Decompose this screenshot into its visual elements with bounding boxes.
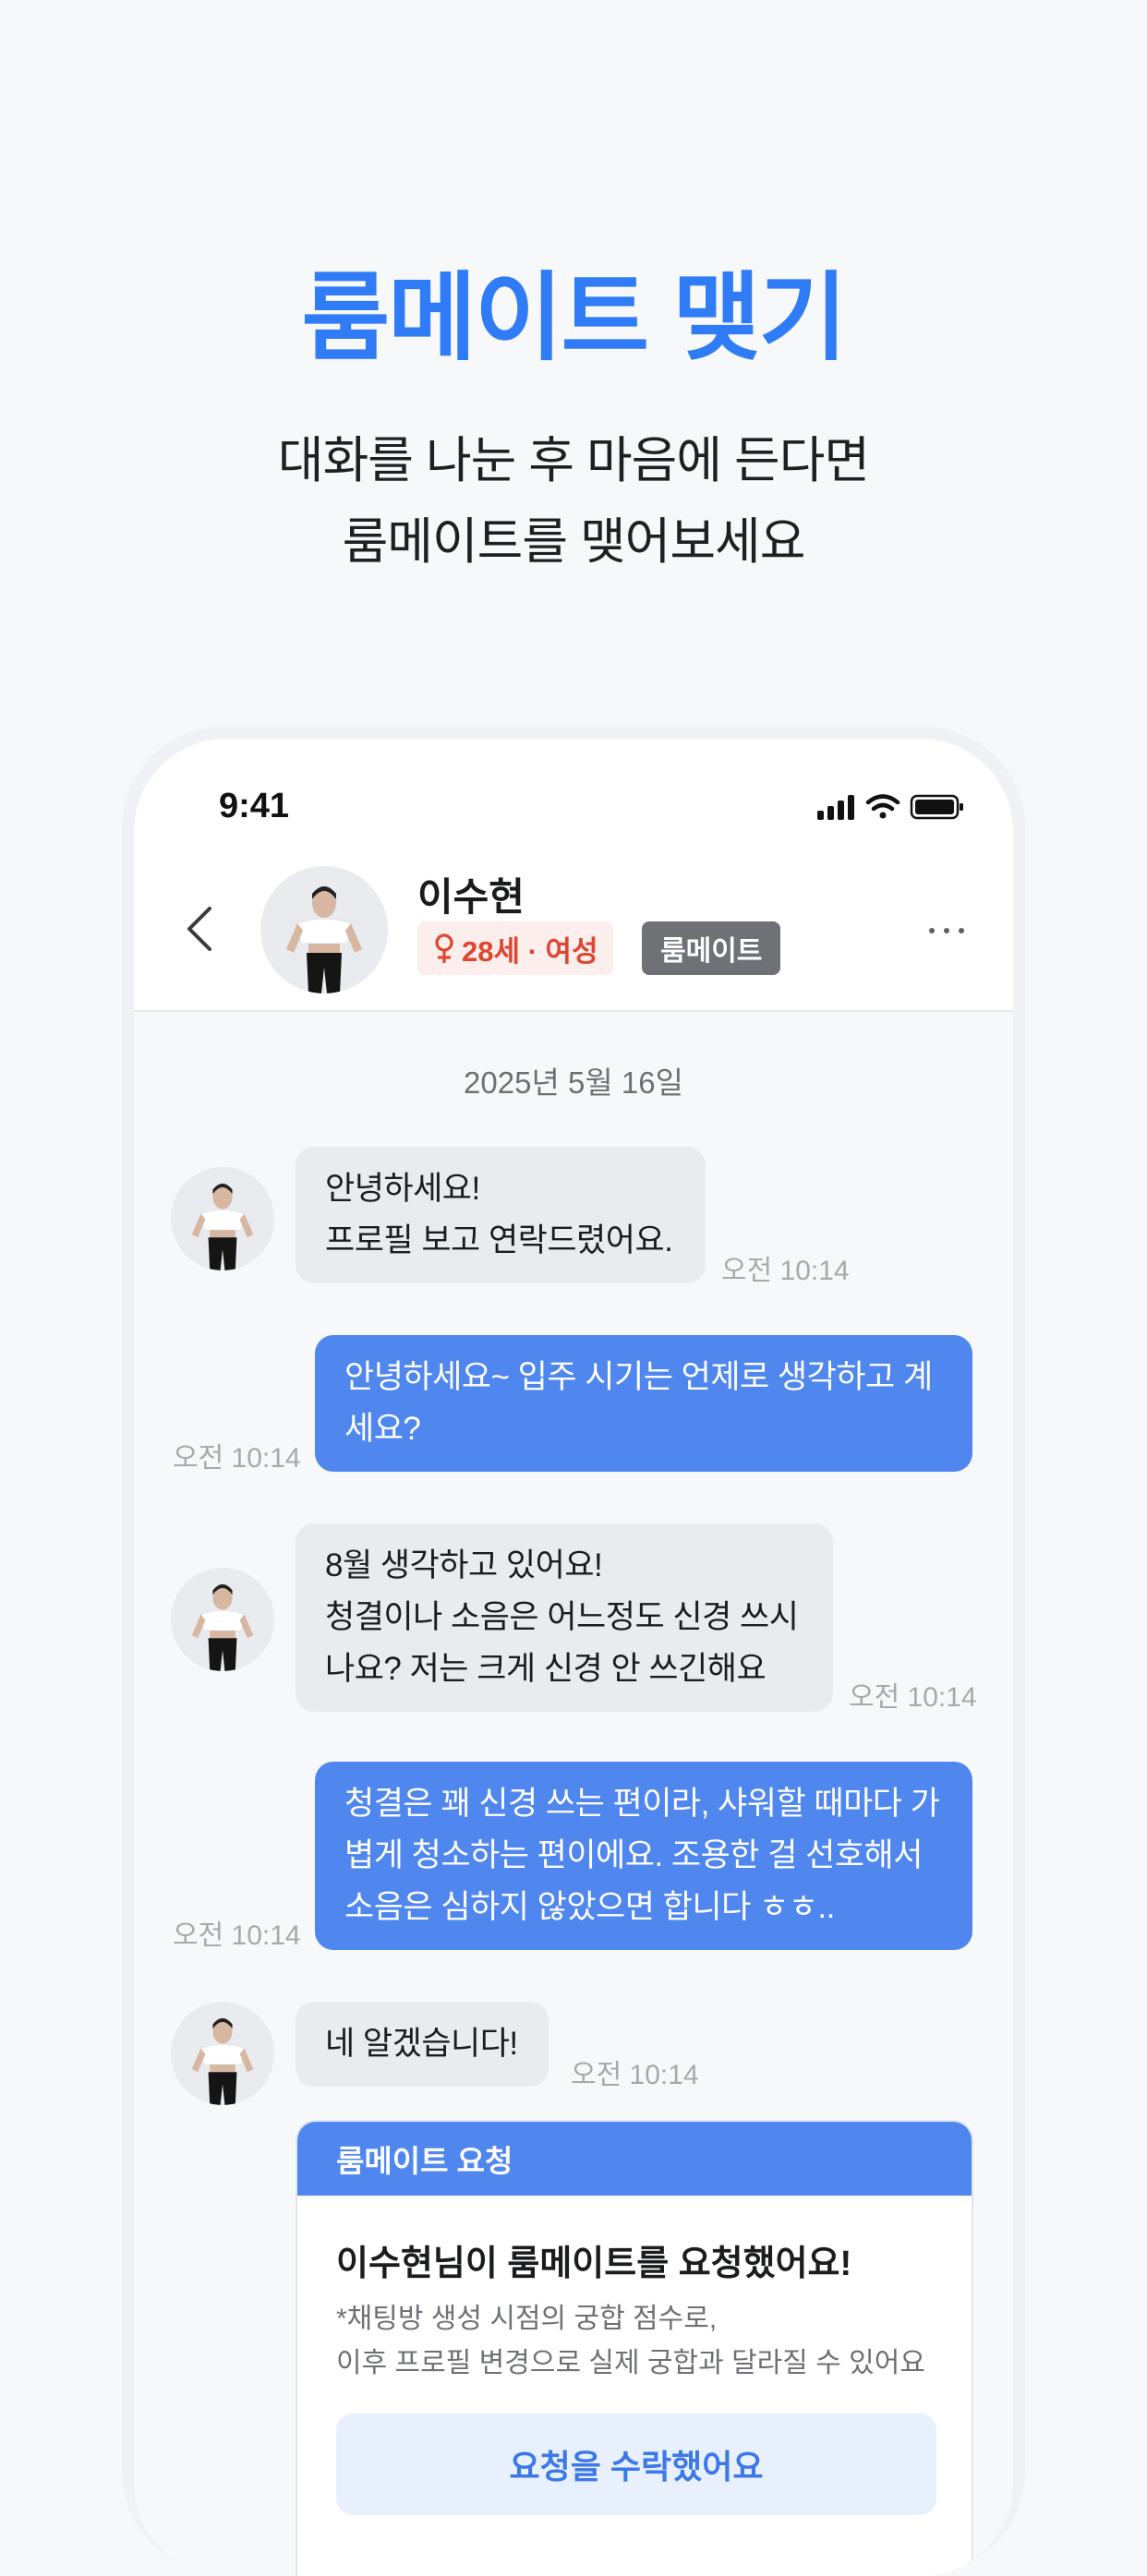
roommate-badge: 룸메이트 bbox=[642, 921, 781, 975]
message-time: 오전 10:14 bbox=[849, 1682, 977, 1713]
message-time: 오전 10:14 bbox=[571, 2060, 699, 2090]
female-icon bbox=[435, 933, 453, 963]
message-bubble-received[interactable]: 8월 생각하고 있어요! 청결이나 소음은 어느정도 신경 쓰시 나요? 저는 … bbox=[296, 1523, 833, 1712]
message-line: 볍게 청소하는 편이에요. 조용한 걸 선호해서 bbox=[344, 1837, 923, 1873]
message-time: 오전 10:14 bbox=[173, 1920, 301, 1951]
signal-icon bbox=[817, 795, 854, 820]
status-icons bbox=[817, 794, 963, 820]
message-line: 8월 생각하고 있어요! bbox=[325, 1547, 603, 1583]
phone-screen: 9:41 이수현 28세 · 여성 룸메이트 2025년 5월 16일 안녕하세… bbox=[134, 739, 1013, 2576]
avatar[interactable] bbox=[260, 866, 388, 993]
person-photo bbox=[260, 866, 388, 993]
message-list[interactable]: 2025년 5월 16일 안녕하세요! 프로필 보고 연락드렸어요. 오전 10… bbox=[134, 1012, 1013, 2576]
gender-age-text: 28세 · 여성 bbox=[462, 934, 598, 968]
hero-subtitle-line: 룸메이트를 맺어보세요 bbox=[342, 514, 806, 570]
person-photo bbox=[171, 1167, 274, 1270]
request-card-header: 룸메이트 요청 bbox=[297, 2122, 972, 2196]
note-line: 이후 프로필 변경으로 실제 궁합과 달라질 수 있어요 bbox=[336, 2348, 925, 2378]
message-line: 프로필 보고 연락드렸어요. bbox=[325, 1222, 673, 1258]
hero-subtitle: 대화를 나눈 후 마음에 든다면 룸메이트를 맺어보세요 bbox=[0, 420, 1147, 583]
message-line: 안녕하세요~ 입주 시기는 언제로 생각하고 계 bbox=[344, 1359, 933, 1395]
hero-title: 룸메이트 맺기 bbox=[301, 265, 848, 372]
wifi-icon bbox=[865, 794, 900, 819]
status-time: 9:41 bbox=[219, 787, 290, 825]
more-options-icon[interactable] bbox=[919, 920, 974, 942]
request-card-note: *채팅방 생성 시점의 궁합 점수로, 이후 프로필 변경으로 실제 궁합과 달… bbox=[336, 2297, 925, 2386]
chat-header: 이수현 28세 · 여성 룸메이트 bbox=[134, 840, 1013, 1012]
message-line: 안녕하세요! bbox=[325, 1171, 480, 1207]
message-line: 소음은 심하지 않았으면 합니다 ㅎㅎ.. bbox=[344, 1889, 835, 1925]
message-bubble-sent[interactable]: 청결은 꽤 신경 쓰는 편이라, 샤워할 때마다 가 볍게 청소하는 편이에요.… bbox=[315, 1762, 972, 1950]
request-card-title: 이수현님이 룸메이트를 요청했어요! bbox=[336, 2245, 852, 2283]
back-icon[interactable] bbox=[180, 903, 221, 955]
gender-age-badge: 28세 · 여성 bbox=[417, 921, 613, 975]
avatar[interactable] bbox=[171, 1568, 274, 1671]
date-separator: 2025년 5월 16일 bbox=[464, 1065, 683, 1100]
contact-name: 이수현 bbox=[417, 875, 525, 919]
message-bubble-received[interactable]: 네 알겠습니다! bbox=[296, 2002, 549, 2087]
roommate-request-card: 룸메이트 요청 이수현님이 룸메이트를 요청했어요! *채팅방 생성 시점의 궁… bbox=[296, 2120, 973, 2576]
note-line: *채팅방 생성 시점의 궁합 점수로, bbox=[336, 2304, 718, 2334]
avatar[interactable] bbox=[171, 2002, 274, 2105]
accepted-request-button[interactable]: 요청을 수락했어요 bbox=[336, 2413, 936, 2515]
hero-subtitle-line: 대화를 나눈 후 마음에 든다면 bbox=[277, 433, 870, 488]
person-photo bbox=[171, 2002, 274, 2105]
avatar[interactable] bbox=[171, 1167, 274, 1270]
message-time: 오전 10:14 bbox=[173, 1443, 301, 1474]
message-bubble-sent[interactable]: 안녕하세요~ 입주 시기는 언제로 생각하고 계 세요? bbox=[315, 1335, 972, 1472]
message-line: 나요? 저는 크게 신경 안 쓰긴해요 bbox=[325, 1651, 767, 1687]
message-time: 오전 10:14 bbox=[721, 1256, 850, 1286]
message-line: 청결이나 소음은 어느정도 신경 쓰시 bbox=[325, 1599, 799, 1635]
message-line: 세요? bbox=[344, 1411, 421, 1447]
person-photo bbox=[171, 1568, 274, 1671]
message-bubble-received[interactable]: 안녕하세요! 프로필 보고 연락드렸어요. bbox=[296, 1147, 706, 1283]
message-line: 청결은 꽤 신경 쓰는 편이라, 샤워할 때마다 가 bbox=[344, 1786, 940, 1822]
message-line: 네 알겠습니다! bbox=[325, 2026, 518, 2062]
battery-icon bbox=[910, 794, 963, 820]
